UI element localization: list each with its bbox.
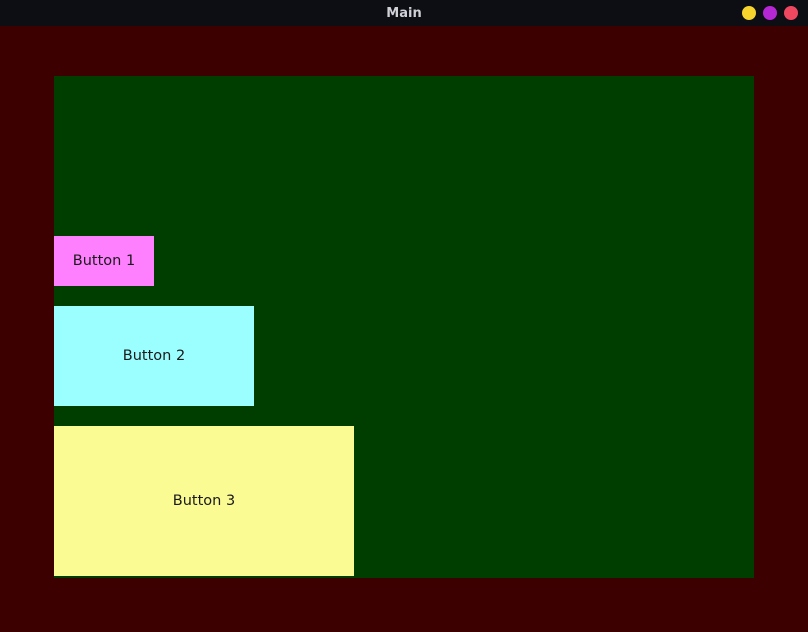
content-panel: Button 1 Button 2 Button 3 [54, 76, 754, 578]
maximize-icon[interactable] [763, 6, 777, 20]
minimize-icon[interactable] [742, 6, 756, 20]
button-3-label: Button 3 [173, 493, 235, 509]
close-icon[interactable] [784, 6, 798, 20]
titlebar: Main [0, 0, 808, 26]
button-2-label: Button 2 [123, 348, 185, 364]
button-1-label: Button 1 [73, 253, 135, 269]
client-area: Button 1 Button 2 Button 3 [0, 26, 808, 632]
window-title: Main [386, 6, 421, 21]
button-3[interactable]: Button 3 [54, 426, 354, 576]
button-1[interactable]: Button 1 [54, 236, 154, 286]
button-2[interactable]: Button 2 [54, 306, 254, 406]
window-controls [742, 6, 798, 20]
